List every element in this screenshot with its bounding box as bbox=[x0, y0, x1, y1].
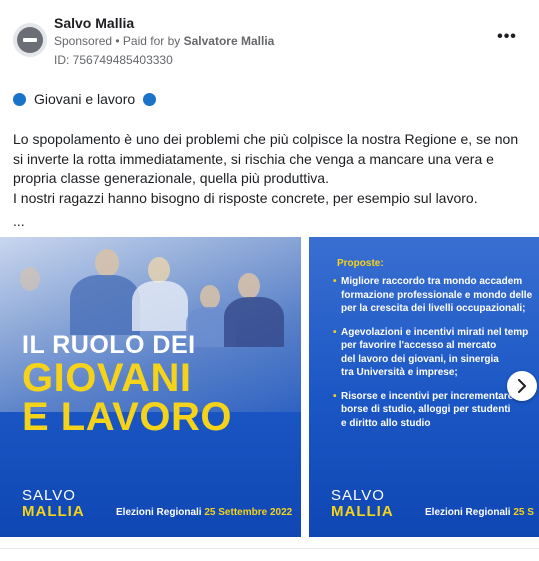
carousel-slide-1[interactable]: IL RUOLO DEI GIOVANI E LAVORO SALVO MALL… bbox=[0, 237, 301, 537]
sponsored-label: Sponsored bbox=[54, 34, 113, 48]
slide-title-big-line: GIOVANI bbox=[22, 356, 192, 400]
payer-name: Salvatore Mallia bbox=[183, 34, 275, 48]
more-options-button[interactable]: ••• bbox=[496, 29, 518, 48]
election-date: 25 S bbox=[513, 507, 534, 518]
proposal-line: borse di studio, alloggi per studenti bbox=[341, 404, 511, 415]
proposal-item: • Risorse e incentivi per incrementare b… bbox=[333, 390, 539, 431]
election-line: Elezioni Regionali 25 S bbox=[425, 507, 534, 518]
bullet-icon: • bbox=[333, 276, 337, 287]
page-name[interactable]: Salvo Mallia bbox=[54, 15, 134, 31]
proposal-line: per favorire l'accesso al mercato bbox=[341, 340, 497, 351]
chevron-right-icon bbox=[518, 379, 526, 393]
see-more-ellipsis[interactable]: ... bbox=[13, 213, 25, 229]
brand-first-name: SALVO bbox=[22, 487, 76, 504]
post-paragraph: I nostri ragazzi hanno bisogno di rispos… bbox=[13, 189, 478, 206]
card-divider bbox=[0, 548, 539, 549]
proposal-item: • Agevolazioni e incentivi mirati nel te… bbox=[333, 326, 539, 380]
proposal-line: e diritto allo studio bbox=[341, 417, 431, 429]
election-date: 25 Settembre 2022 bbox=[204, 507, 293, 518]
carousel-slide-2[interactable]: Proposte: • Migliore raccordo tra mondo … bbox=[309, 237, 539, 537]
slide-title-big-line: E LAVORO bbox=[22, 395, 232, 439]
post-body: Lo spopolamento è uno dei problemi che p… bbox=[13, 130, 528, 208]
slide-title-big: GIOVANI E LAVORO bbox=[22, 356, 232, 439]
election-line: Elezioni Regionali 25 Settembre 2022 bbox=[116, 507, 292, 518]
proposal-line: formazione professionale e mondo delle bbox=[341, 289, 533, 301]
proposal-line: per la crescita dei livelli occupazional… bbox=[341, 303, 526, 314]
brand-first-name: SALVO bbox=[331, 487, 385, 504]
ad-id: ID: 756749485403330 bbox=[54, 53, 173, 67]
election-text: Elezioni Regionali bbox=[425, 507, 514, 518]
bullet-icon: • bbox=[333, 390, 337, 402]
carousel-next-button[interactable] bbox=[507, 371, 537, 401]
proposals-label: Proposte: bbox=[337, 258, 384, 269]
blue-circle-icon bbox=[13, 92, 26, 106]
paid-for-prefix: Paid for by bbox=[122, 34, 184, 48]
meta-separator: • bbox=[112, 34, 123, 48]
no-entry-icon bbox=[17, 27, 43, 53]
proposal-line: Agevolazioni e incentivi mirati nel temp bbox=[341, 326, 529, 338]
brand-last-name: MALLIA bbox=[331, 503, 394, 520]
proposal-line: Migliore raccordo tra mondo accadem bbox=[341, 276, 523, 287]
brand-last-name: MALLIA bbox=[22, 503, 85, 520]
image-carousel: IL RUOLO DEI GIOVANI E LAVORO SALVO MALL… bbox=[0, 237, 539, 537]
election-text: Elezioni Regionali bbox=[116, 507, 205, 518]
blue-circle-icon bbox=[143, 92, 157, 106]
post-paragraph: Lo spopolamento è uno dei problemi che p… bbox=[13, 131, 519, 186]
sponsored-meta: Sponsored • Paid for by Salvatore Mallia bbox=[54, 34, 274, 48]
headline: Giovani e lavoro bbox=[13, 91, 157, 107]
proposal-line: del lavoro dei giovani, in sinergia bbox=[341, 353, 499, 365]
proposals-list: • Migliore raccordo tra mondo accadem fo… bbox=[333, 275, 539, 440]
page-avatar[interactable] bbox=[13, 23, 47, 57]
proposal-item: • Migliore raccordo tra mondo accadem fo… bbox=[333, 275, 539, 316]
ad-card: Salvo Mallia Sponsored • Paid for by Sal… bbox=[0, 0, 539, 561]
headline-text: Giovani e lavoro bbox=[34, 91, 136, 107]
bullet-icon: • bbox=[333, 326, 337, 338]
